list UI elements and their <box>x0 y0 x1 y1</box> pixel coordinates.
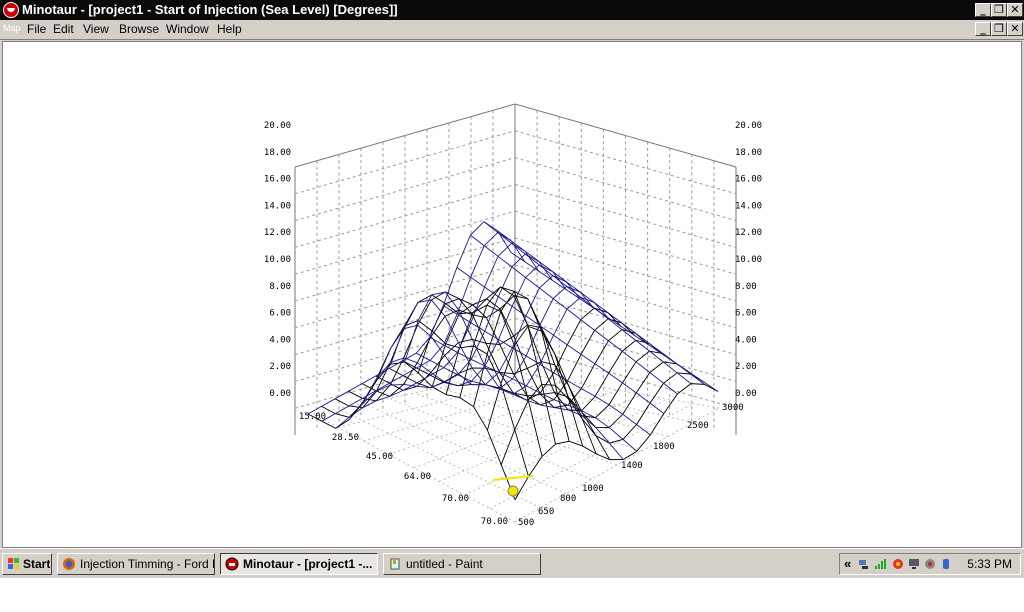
volume-icon[interactable] <box>940 558 952 570</box>
child-restore-button[interactable]: ❐ <box>991 22 1007 36</box>
menu-bar: Map File Edit View Browse Window Help _ … <box>0 20 1024 40</box>
left-axis-tick-label: 15.00 <box>299 412 326 422</box>
security-icon[interactable] <box>892 558 904 570</box>
z-tick-label-right: 0.00 <box>735 389 757 399</box>
z-tick-label-right: 14.00 <box>735 201 762 211</box>
left-axis-tick-label: 70.00 <box>442 494 469 504</box>
z-tick-label-left: 6.00 <box>269 309 291 319</box>
signal-strength-icon[interactable] <box>874 558 886 570</box>
surface-mesh-back <box>307 286 719 500</box>
antivirus-icon[interactable] <box>924 558 936 570</box>
desktop-strip <box>0 578 1024 612</box>
minimize-button[interactable]: _ <box>975 3 991 17</box>
z-tick-label-right: 8.00 <box>735 282 757 292</box>
windows-logo-icon <box>8 558 19 569</box>
z-tick-label-left: 10.00 <box>264 255 291 265</box>
z-tick-label-left: 8.00 <box>269 282 291 292</box>
right-axis-tick-label: 1000 <box>582 484 604 494</box>
floor-grid-line <box>363 403 567 494</box>
menu-window[interactable]: Window <box>166 22 209 36</box>
system-tray: « 5:33 PM <box>839 553 1021 575</box>
clock: 5:33 PM <box>967 557 1012 571</box>
window-title: Minotaur - [project1 - Start of Injectio… <box>22 2 398 17</box>
z-tick-label-left: 20.00 <box>264 121 291 131</box>
z-tick-label-left: 2.00 <box>269 362 291 372</box>
z-tick-label-left: 12.00 <box>264 228 291 238</box>
paint-icon <box>390 558 400 570</box>
z-tick-label-left: 4.00 <box>269 335 291 345</box>
taskbar: Start Injection Timming - Ford D... Mino… <box>0 548 1024 579</box>
taskbar-button-injection-timming[interactable]: Injection Timming - Ford D... <box>57 553 215 575</box>
left-axis-tick-label: 28.50 <box>332 433 359 443</box>
left-axis-tick-label: 64.00 <box>404 472 431 482</box>
minotaur-icon <box>225 557 239 571</box>
cursor-marker <box>507 485 519 497</box>
menu-file[interactable]: File <box>27 22 46 36</box>
menu-browse[interactable]: Browse <box>119 22 159 36</box>
right-axis-tick-label: 2500 <box>687 421 709 431</box>
right-axis-tick-label: 500 <box>518 518 534 528</box>
menu-help[interactable]: Help <box>217 22 242 36</box>
z-tick-label-right: 20.00 <box>735 121 762 131</box>
z-tick-label-right: 6.00 <box>735 309 757 319</box>
z-axis-left-ticks: 20.00 18.00 16.00 14.00 12.00 10.00 8.00 6.00 4.… <box>264 121 291 399</box>
restore-button[interactable]: ❐ <box>991 3 1007 17</box>
z-tick-label-right: 12.00 <box>735 228 762 238</box>
menu-view[interactable]: View <box>83 22 109 36</box>
surface-plot[interactable]: 20.00 18.00 16.00 14.00 12.00 10.00 8.00 6.00 4.… <box>3 42 1021 547</box>
monitor-icon[interactable] <box>908 558 920 570</box>
right-axis-tick-label: 650 <box>538 507 554 517</box>
close-button[interactable]: ✕ <box>1007 3 1023 17</box>
right-axis-tick-label: 1800 <box>653 442 675 452</box>
network-icon[interactable] <box>858 558 870 570</box>
left-axis-tick-label: 45.00 <box>366 452 393 462</box>
z-tick-label-right: 4.00 <box>735 335 757 345</box>
title-bar: Minotaur - [project1 - Start of Injectio… <box>0 0 1024 20</box>
child-close-button[interactable]: ✕ <box>1007 22 1023 36</box>
tray-expand-button[interactable]: « <box>844 556 851 571</box>
plot-walls <box>294 103 737 523</box>
child-minimize-button[interactable]: _ <box>975 22 991 36</box>
z-tick-label-left: 0.00 <box>269 389 291 399</box>
z-axis-right-ticks: 20.00 18.00 16.00 14.00 12.00 10.00 8.00 6.00 4.… <box>735 121 762 399</box>
map-icon[interactable]: Map <box>3 23 21 33</box>
z-tick-label-left: 14.00 <box>264 201 291 211</box>
map-view[interactable]: 20.00 18.00 16.00 14.00 12.00 10.00 8.00 6.00 4.… <box>2 41 1022 548</box>
firefox-icon <box>63 558 75 570</box>
z-tick-label-right: 10.00 <box>735 255 762 265</box>
menu-edit[interactable]: Edit <box>53 22 74 36</box>
taskbar-button-paint[interactable]: untitled - Paint <box>383 553 541 575</box>
taskbar-button-minotaur[interactable]: Minotaur - [project1 -... <box>220 553 378 575</box>
z-tick-label-right: 2.00 <box>735 362 757 372</box>
right-axis-tick-label: 3000 <box>722 403 744 413</box>
z-tick-label-right: 16.00 <box>735 175 762 185</box>
left-axis-tick-label: 70.00 <box>481 517 508 527</box>
z-tick-label-right: 18.00 <box>735 148 762 158</box>
right-axis-ticks: 500 650 800 1000 1400 1800 2500 3000 <box>518 403 744 528</box>
mesh-line <box>510 252 719 392</box>
floor-grid-line <box>439 394 643 482</box>
right-axis-tick-label: 800 <box>560 494 576 504</box>
z-tick-label-left: 18.00 <box>264 148 291 158</box>
right-axis-tick-label: 1400 <box>621 461 643 471</box>
start-button[interactable]: Start <box>2 553 52 575</box>
z-tick-label-left: 16.00 <box>264 175 291 185</box>
minotaur-app-icon[interactable] <box>3 2 19 18</box>
